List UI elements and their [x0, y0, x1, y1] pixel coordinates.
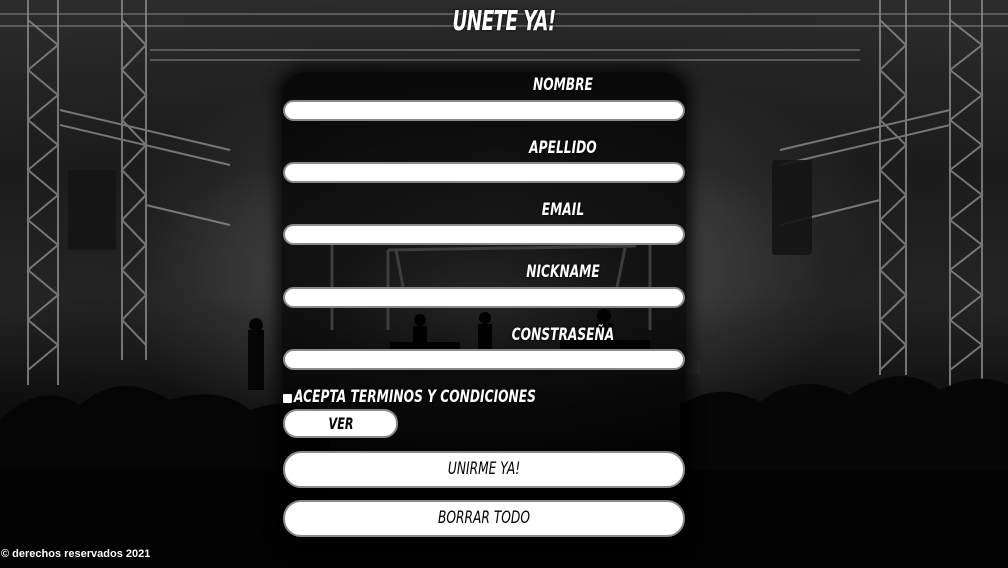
password-input[interactable] [283, 349, 685, 370]
terms-label: ACEPTA TERMINOS Y CONDICIONES [294, 387, 536, 407]
email-label: EMAIL [541, 200, 585, 220]
submit-label: UNIRME YA! [447, 459, 521, 479]
apellido-label: APELLIDO [529, 138, 597, 158]
page: UNETE YA! NOMBRE APELLIDO EMAIL NICKNAME… [0, 0, 1008, 568]
email-input[interactable] [283, 224, 685, 245]
password-label: CONSTRASEÑA [511, 325, 615, 345]
nickname-input[interactable] [283, 287, 685, 308]
reset-label: BORRAR TODO [438, 508, 530, 528]
nickname-label: NICKNAME [526, 262, 600, 282]
view-conditions-label: VER CONDICIONES [328, 414, 354, 433]
reset-button[interactable]: BORRAR TODO [283, 500, 685, 537]
nombre-input[interactable] [283, 100, 685, 121]
nombre-label: NOMBRE [532, 75, 593, 95]
apellido-input[interactable] [283, 162, 685, 183]
submit-button[interactable]: UNIRME YA! [283, 451, 685, 488]
view-conditions-button[interactable]: VER CONDICIONES [283, 409, 398, 438]
page-title: UNETE YA! [452, 4, 556, 37]
footer-copyright: © derechos reservados 2021 [1, 548, 151, 560]
terms-checkbox[interactable] [283, 394, 292, 403]
